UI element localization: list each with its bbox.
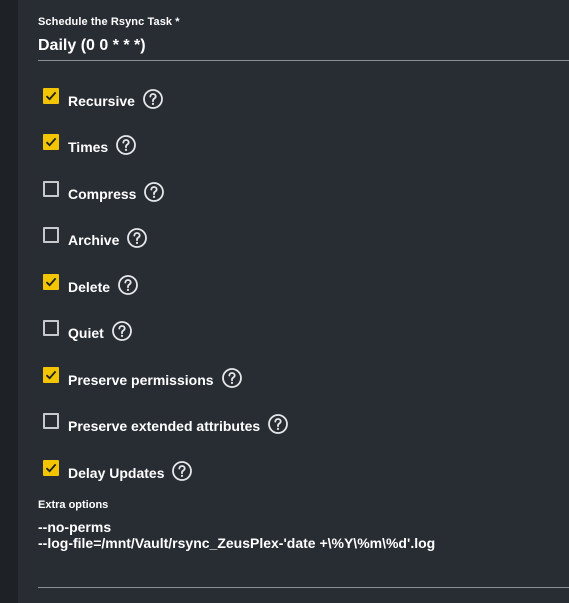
checkmark-icon	[45, 463, 57, 473]
option-row-delete[interactable]: Delete	[43, 273, 139, 297]
option-label-times: Times	[68, 139, 109, 155]
checkbox-times[interactable]	[43, 134, 59, 150]
rsync-task-form: Schedule the Rsync Task * Daily (0 0 * *…	[0, 0, 569, 603]
checkbox-delay-updates[interactable]	[43, 460, 59, 476]
extra-options-line-2[interactable]: --log-file=/mnt/Vault/rsync_ZeusPlex-'da…	[38, 535, 435, 551]
option-row-preserve-permissions[interactable]: Preserve permissions	[43, 366, 243, 390]
option-label-archive: Archive	[68, 232, 120, 248]
checkbox-quiet[interactable]	[43, 320, 59, 336]
option-row-delay-updates[interactable]: Delay Updates	[43, 459, 193, 483]
option-row-compress[interactable]: Compress	[43, 180, 165, 204]
checkbox-archive[interactable]	[43, 227, 59, 243]
option-label-compress: Compress	[68, 186, 137, 202]
schedule-select[interactable]: Daily (0 0 * * *)	[38, 37, 146, 55]
left-sidebar-strip	[0, 0, 18, 603]
schedule-underline	[38, 60, 569, 61]
checkmark-icon	[45, 91, 57, 101]
option-label-preserve-permissions: Preserve permissions	[68, 372, 214, 388]
checkbox-compress[interactable]	[43, 181, 59, 197]
extra-options-label: Extra options	[38, 499, 109, 511]
help-circle-icon[interactable]	[267, 413, 289, 435]
help-circle-icon[interactable]	[117, 274, 139, 296]
option-label-quiet: Quiet	[68, 325, 104, 341]
checkbox-preserve-permissions[interactable]	[43, 367, 59, 383]
checkmark-icon	[45, 137, 57, 147]
help-circle-icon[interactable]	[171, 460, 193, 482]
schedule-label: Schedule the Rsync Task *	[38, 16, 180, 28]
checkbox-delete[interactable]	[43, 274, 59, 290]
help-circle-icon[interactable]	[143, 181, 165, 203]
option-label-delete: Delete	[68, 279, 111, 295]
extra-options-line-1[interactable]: --no-perms	[38, 519, 111, 535]
option-label-preserve-extended-attributes: Preserve extended attributes	[68, 418, 261, 434]
checkmark-icon	[45, 370, 57, 380]
option-row-recursive[interactable]: Recursive	[43, 87, 164, 111]
checkbox-preserve-extended-attributes[interactable]	[43, 413, 59, 429]
option-label-delay-updates: Delay Updates	[68, 465, 165, 481]
help-circle-icon[interactable]	[126, 227, 148, 249]
help-circle-icon[interactable]	[142, 88, 164, 110]
option-row-archive[interactable]: Archive	[43, 226, 148, 250]
help-circle-icon[interactable]	[115, 134, 137, 156]
option-label-recursive: Recursive	[68, 93, 135, 109]
help-circle-icon[interactable]	[221, 367, 243, 389]
option-row-quiet[interactable]: Quiet	[43, 319, 133, 343]
option-row-times[interactable]: Times	[43, 133, 137, 157]
option-row-preserve-extended-attributes[interactable]: Preserve extended attributes	[43, 412, 289, 436]
checkbox-recursive[interactable]	[43, 88, 59, 104]
help-circle-icon[interactable]	[111, 320, 133, 342]
checkmark-icon	[45, 277, 57, 287]
extra-options-underline	[38, 587, 569, 588]
